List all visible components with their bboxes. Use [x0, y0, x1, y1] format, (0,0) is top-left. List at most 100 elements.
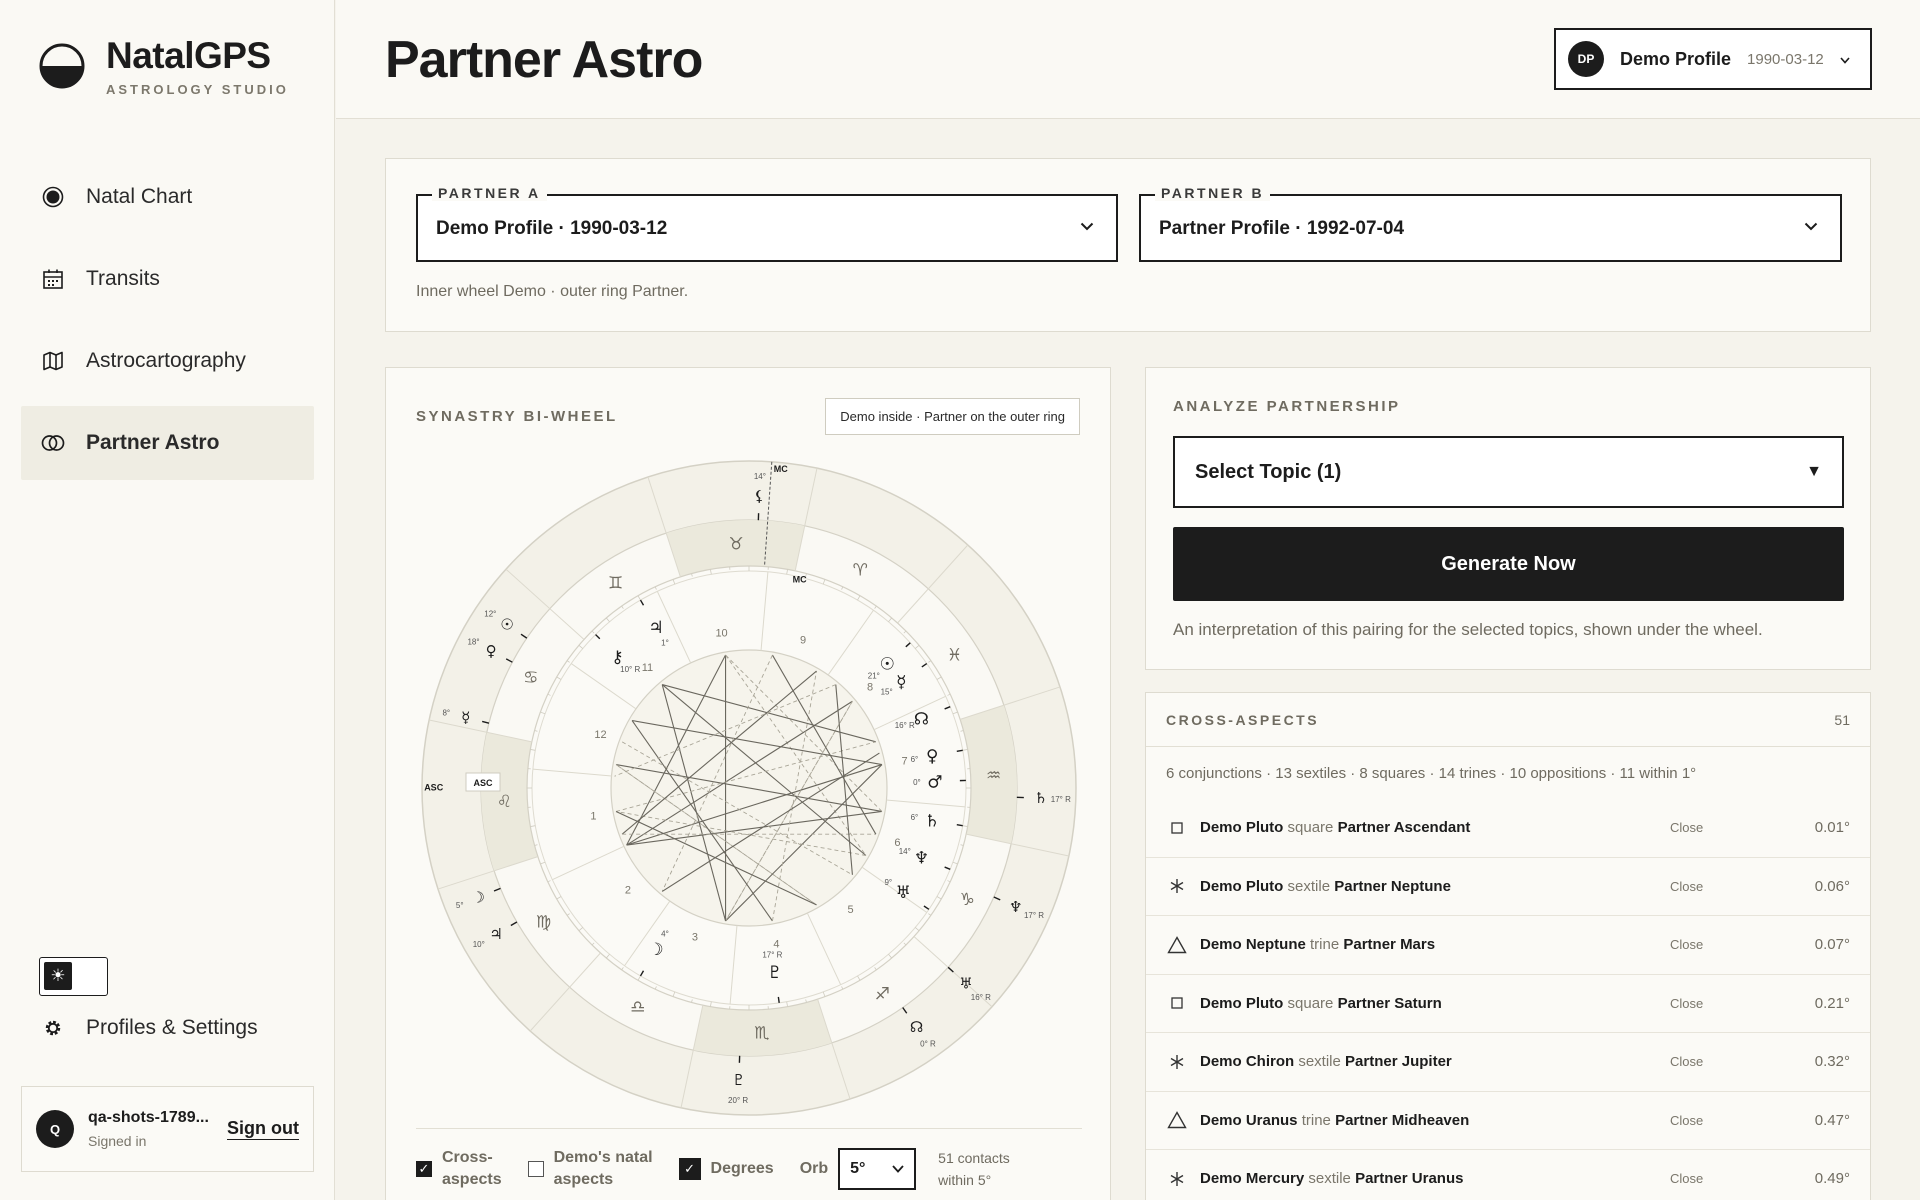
- checkbox-unchecked[interactable]: [527, 1161, 544, 1177]
- contacts-line-1: 51 contacts: [938, 1150, 1010, 1166]
- cross-aspects-summary: 6 conjunctions · 13 sextiles · 8 squares…: [1166, 764, 1697, 782]
- aspect-text: Demo Pluto square Partner Saturn: [1200, 995, 1670, 1012]
- inner-planet-degree: 15°: [881, 688, 893, 697]
- inner-planet-degree: 17° R: [762, 950, 782, 959]
- aspect-orb: 0.47°: [1814, 1111, 1850, 1129]
- trine-aspect-icon: [1166, 934, 1188, 956]
- inner-planet-degree: 1°: [661, 639, 669, 648]
- cross-aspects-title: CROSS-ASPECTS: [1166, 711, 1320, 728]
- generate-button[interactable]: Generate Now: [1173, 527, 1844, 601]
- aspect-row[interactable]: Demo Pluto square Partner Ascendant Close…: [1146, 799, 1870, 858]
- brand-name: NatalGPS: [106, 35, 271, 76]
- aspect-badge: Close: [1670, 878, 1704, 894]
- synastry-bi-wheel[interactable]: ♉♈♓♒♑♐♏♎♍♌♋♊109876543211211MCMCASC ASC☉21…: [416, 458, 1082, 1118]
- aspect-row[interactable]: Demo Chiron sextile Partner Jupiter Close…: [1146, 1033, 1870, 1092]
- aspect-body-b: Partner Neptune: [1334, 877, 1451, 895]
- profile-date: 1990-03-12: [1747, 50, 1824, 68]
- aspect-verb: square: [1287, 819, 1334, 837]
- checkbox-checked[interactable]: ✓: [678, 1158, 701, 1180]
- avatar: Q: [36, 1110, 74, 1148]
- inner-planet-glyph: ☊: [914, 709, 929, 729]
- topic-select[interactable]: Select Topic (1) ▼: [1173, 436, 1844, 508]
- aspect-row[interactable]: Demo Neptune trine Partner Mars Close 0.07…: [1146, 916, 1870, 975]
- inner-mc-label: MC: [793, 575, 807, 585]
- inner-planet-glyph: ♇: [767, 963, 782, 983]
- theme-toggle[interactable]: ☀: [39, 957, 108, 996]
- house-number: 2: [625, 885, 631, 897]
- checkbox-checked[interactable]: ✓: [416, 1161, 432, 1177]
- zodiac-glyph: ♌: [497, 792, 512, 812]
- profile-name: Demo Profile: [1620, 48, 1732, 69]
- house-number: 9: [800, 635, 806, 647]
- aspect-body-b: Partner Midheaven: [1335, 1111, 1470, 1129]
- natal-label-1: Demo's natal: [553, 1149, 653, 1166]
- user-name: qa-shots-1789...: [88, 1109, 209, 1126]
- aspect-row[interactable]: Demo Pluto sextile Partner Neptune Close 0…: [1146, 858, 1870, 916]
- aspect-row[interactable]: Demo Mercury sextile Partner Uranus Close…: [1146, 1150, 1870, 1200]
- aspect-badge: Close: [1670, 820, 1704, 836]
- page-header: Partner Astro DP Demo Profile 1990-03-12: [336, 0, 1920, 119]
- inner-planet-degree: 6°: [911, 813, 919, 822]
- settings-label: Profiles & Settings: [86, 1016, 258, 1039]
- nav-item-partner-astro[interactable]: Partner Astro: [21, 406, 314, 480]
- house-number: 1: [590, 810, 596, 822]
- outer-planet-degree: 20° R: [728, 1096, 748, 1105]
- brand[interactable]: NatalGPS ASTROLOGY STUDIO: [38, 34, 289, 97]
- outer-planet-degree: 16° R: [971, 993, 991, 1002]
- outer-mc-label: MC: [774, 464, 788, 474]
- gear-icon: [41, 1016, 65, 1040]
- aspect-body-a: Demo Neptune: [1200, 936, 1306, 954]
- outer-planet-degree: 12°: [484, 610, 496, 619]
- chevron-down-icon: [1840, 51, 1850, 67]
- orb-select[interactable]: 5°: [838, 1148, 917, 1190]
- profile-switcher[interactable]: DP Demo Profile 1990-03-12: [1554, 28, 1872, 90]
- nav-item-astrocartography[interactable]: Astrocartography: [21, 324, 314, 398]
- outer-planet-degree: 8°: [442, 709, 450, 718]
- analyze-partnership-card: ANALYZE PARTNERSHIP Select Topic (1) ▼ G…: [1145, 367, 1871, 670]
- natal-aspects-toggle[interactable]: Demo's natal aspects: [527, 1147, 653, 1191]
- chevron-down-icon: [1804, 218, 1818, 236]
- sign-out-button[interactable]: Sign out: [227, 1118, 299, 1140]
- partner-b-select[interactable]: PARTNER B Partner Profile · 1992-07-04: [1139, 185, 1842, 262]
- target-icon: [41, 185, 65, 209]
- nav-item-transits[interactable]: Transits: [21, 242, 314, 316]
- outer-planet-glyph: ☿: [461, 708, 470, 726]
- aspect-row[interactable]: Demo Uranus trine Partner Midheaven Close…: [1146, 1092, 1870, 1150]
- aspect-orb: 0.49°: [1814, 1170, 1850, 1188]
- logo-icon: [39, 43, 85, 88]
- zodiac-glyph: ♎: [630, 997, 645, 1017]
- zodiac-glyph: ♉: [729, 534, 744, 554]
- profiles-settings-link[interactable]: Profiles & Settings: [41, 1016, 258, 1040]
- aspect-body-a: Demo Chiron: [1200, 1053, 1295, 1071]
- outer-planet-glyph: ♆: [1009, 898, 1022, 916]
- outer-planet-glyph: ♃: [489, 925, 502, 943]
- sextile-aspect-icon: [1166, 1051, 1188, 1073]
- aspect-row[interactable]: Demo Pluto square Partner Saturn Close 0.2…: [1146, 975, 1870, 1033]
- aspect-verb: square: [1287, 994, 1334, 1012]
- aspect-body-a: Demo Uranus: [1200, 1111, 1298, 1129]
- partner-a-select[interactable]: PARTNER A Demo Profile · 1990-03-12: [416, 185, 1118, 262]
- house-number: 12: [594, 729, 606, 741]
- cross-aspects-count: 51: [1834, 711, 1850, 728]
- nav-label: Astrocartography: [86, 349, 246, 372]
- outer-planet-degree: 17° R: [1024, 911, 1044, 920]
- partner-selector-card: PARTNER A Demo Profile · 1990-03-12 PART…: [385, 158, 1871, 332]
- aspect-body-a: Demo Pluto: [1200, 994, 1284, 1012]
- analyze-title: ANALYZE PARTNERSHIP: [1173, 398, 1401, 415]
- outer-planet-glyph: ♄: [1034, 789, 1047, 807]
- aspect-body-b: Partner Ascendant: [1337, 819, 1471, 837]
- aspect-text: Demo Chiron sextile Partner Jupiter: [1200, 1053, 1670, 1070]
- cross-aspects-toggle[interactable]: ✓ Cross-aspects: [416, 1147, 502, 1191]
- aspect-badge: Close: [1670, 937, 1704, 953]
- nav-item-natal-chart[interactable]: Natal Chart: [21, 160, 314, 234]
- inner-planet-glyph: ♃: [648, 618, 663, 638]
- degrees-toggle[interactable]: ✓ Degrees: [678, 1158, 774, 1180]
- outer-planet-degree: 14°: [754, 472, 766, 481]
- chevron-down-icon: [1080, 218, 1094, 236]
- cross-label-1: Cross-: [442, 1149, 493, 1166]
- inner-planet-degree: 16° R: [895, 721, 915, 730]
- aspect-body-b: Partner Saturn: [1337, 994, 1442, 1012]
- inner-planet-degree: 0°: [913, 778, 921, 787]
- house-number: 10: [715, 627, 727, 639]
- aspect-orb: 0.07°: [1814, 936, 1850, 954]
